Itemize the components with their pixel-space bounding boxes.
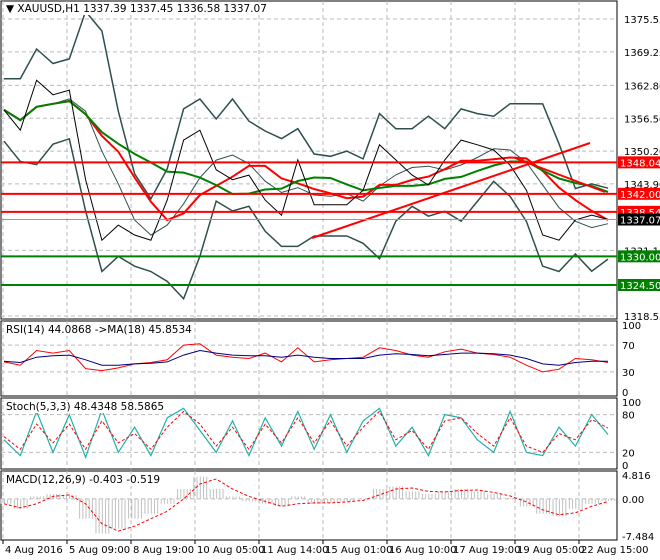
- stoch-tick: 20: [622, 448, 635, 459]
- rsi-tick: 30: [622, 368, 635, 379]
- time-label: 16 Aug 10:00: [389, 545, 456, 556]
- rsi-label: RSI(14) 44.0868 ->MA(18) 45.8534: [4, 324, 194, 336]
- time-label: 4 Aug 2016: [5, 545, 63, 556]
- price-tick: 1375.55: [624, 15, 660, 26]
- time-label: 5 Aug 09:00: [69, 545, 130, 556]
- stoch-label: Stoch(5,3,3) 48.4348 58.5865: [4, 401, 167, 413]
- symbol-label: XAUUSD,H1: [17, 3, 80, 15]
- ohlc-label: 1337.39 1337.45 1336.58 1337.07: [83, 3, 267, 15]
- macd-label: MACD(12,26,9) -0.403 -0.519: [4, 474, 163, 486]
- macd-tick: 0.00: [622, 495, 644, 506]
- triangle-down-icon[interactable]: ▼: [6, 3, 14, 15]
- time-label: 8 Aug 19:00: [133, 545, 194, 556]
- level-label: 1342.00: [620, 190, 660, 201]
- macd-tick: 4.816: [622, 471, 651, 482]
- rsi-tick: 70: [622, 341, 635, 352]
- price-tick: 1362.80: [624, 81, 660, 92]
- level-label: 1330.00: [620, 252, 660, 263]
- macd-tick: -7.484: [622, 532, 654, 543]
- time-label: 19 Aug 05:00: [517, 545, 584, 556]
- price-tick: 1369.25: [624, 48, 660, 59]
- stoch-tick: 100: [622, 398, 641, 409]
- time-label: 10 Aug 05:00: [197, 545, 264, 556]
- level-label: 1348.04: [620, 158, 660, 169]
- time-label: 17 Aug 19:00: [453, 545, 520, 556]
- time-label: 15 Aug 01:00: [325, 545, 392, 556]
- level-label: 1324.50: [620, 281, 660, 292]
- time-label: 11 Aug 14:00: [261, 545, 328, 556]
- current-price-label: 1337.07: [620, 216, 660, 227]
- rsi-tick: 100: [622, 321, 641, 332]
- main-pane-frame: [0, 0, 618, 320]
- stoch-tick: 80: [622, 411, 635, 422]
- time-label: 22 Aug 15:00: [581, 545, 648, 556]
- chart-header: ▼ XAUUSD,H1 1337.39 1337.45 1336.58 1337…: [4, 3, 269, 15]
- price-tick: 1356.50: [624, 114, 660, 125]
